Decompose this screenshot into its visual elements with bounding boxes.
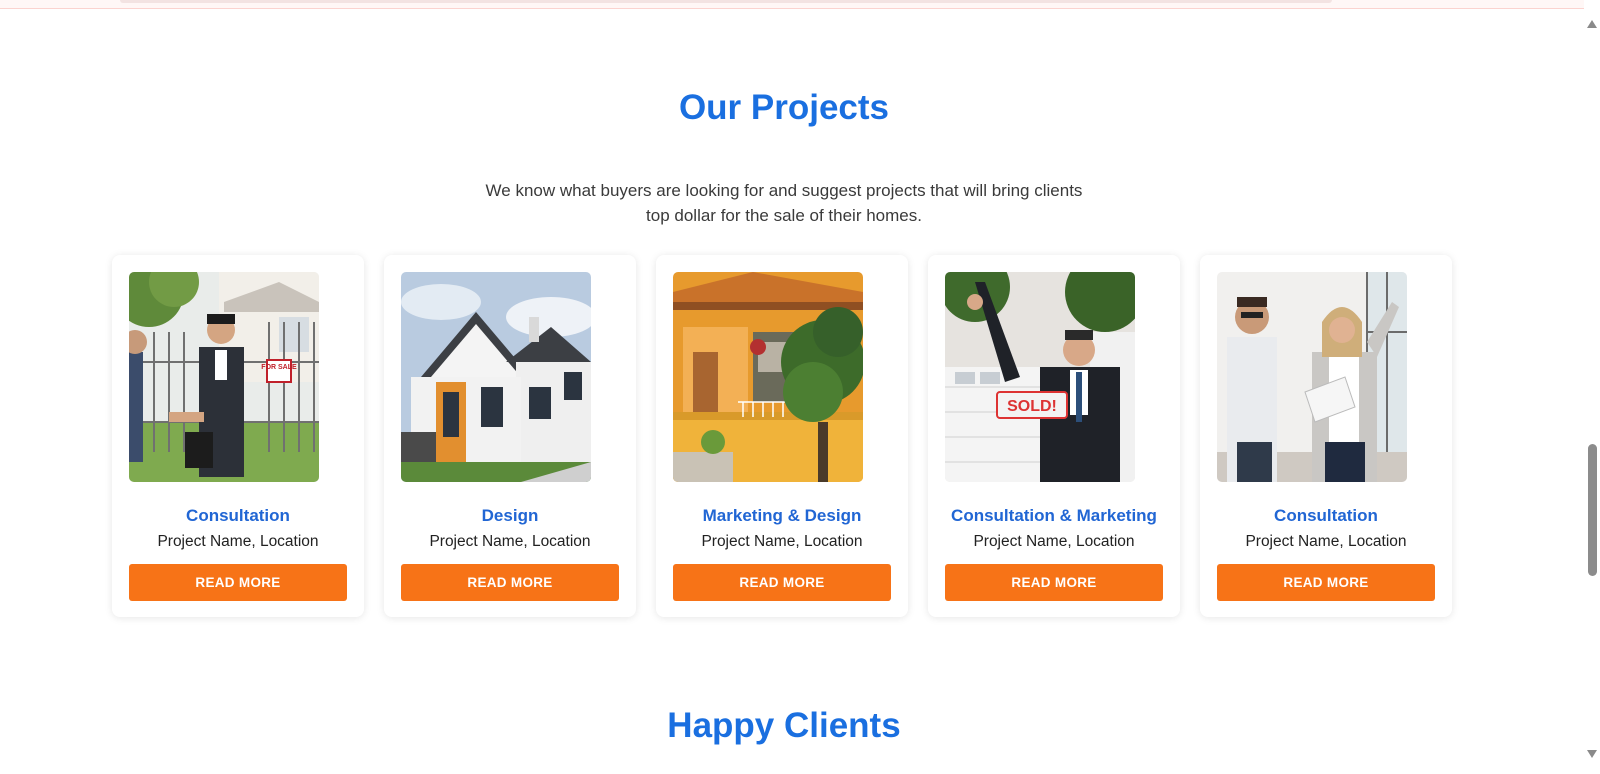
page: Our Projects We know what buyers are loo… xyxy=(0,0,1600,774)
scrollbar-thumb[interactable] xyxy=(1588,444,1597,576)
project-image-modern-house xyxy=(401,272,591,482)
project-card: Design Project Name, Location READ MORE xyxy=(384,255,636,617)
project-name-location: Project Name, Location xyxy=(1245,533,1407,550)
read-more-button[interactable]: READ MORE xyxy=(673,564,891,601)
project-name-location: Project Name, Location xyxy=(429,533,591,550)
project-card: Marketing & Design Project Name, Locatio… xyxy=(656,255,908,617)
scroll-up-arrow-icon[interactable] xyxy=(1587,20,1597,28)
sold-sign: SOLD! xyxy=(1007,398,1057,415)
read-more-button[interactable]: READ MORE xyxy=(945,564,1163,601)
project-category: Consultation xyxy=(186,506,290,525)
page-scrollbar[interactable] xyxy=(1584,0,1600,774)
project-category: Consultation xyxy=(1274,506,1378,525)
projects-intro-text: We know what buyers are looking for and … xyxy=(485,181,1083,225)
project-cards: FOR SALE Consultation Project Name, Loca… xyxy=(112,255,1452,617)
for-sale-sign: FOR SALE xyxy=(261,364,297,371)
read-more-button[interactable]: READ MORE xyxy=(401,564,619,601)
projects-section-title: Our Projects xyxy=(678,88,890,127)
project-card: SOLD! Consultation & Marketing Project N… xyxy=(928,255,1180,617)
project-image-sold-sign: SOLD! xyxy=(945,272,1135,482)
project-category: Design xyxy=(481,506,539,525)
project-name-location: Project Name, Location xyxy=(973,533,1135,550)
project-image-orange-house xyxy=(673,272,863,482)
project-name-location: Project Name, Location xyxy=(157,533,319,550)
project-name-location: Project Name, Location xyxy=(701,533,863,550)
read-more-button[interactable]: READ MORE xyxy=(1217,564,1435,601)
previous-section-edge xyxy=(0,0,1584,9)
project-category: Consultation & Marketing xyxy=(951,506,1157,525)
project-category: Marketing & Design xyxy=(702,506,862,525)
clients-section-title: Happy Clients xyxy=(667,706,901,745)
read-more-button[interactable]: READ MORE xyxy=(129,564,347,601)
project-image-agents-indoors xyxy=(1217,272,1407,482)
scroll-down-arrow-icon[interactable] xyxy=(1587,750,1597,758)
project-card: FOR SALE Consultation Project Name, Loca… xyxy=(112,255,364,617)
project-card: Consultation Project Name, Location READ… xyxy=(1200,255,1452,617)
project-image-handshake: FOR SALE xyxy=(129,272,319,482)
